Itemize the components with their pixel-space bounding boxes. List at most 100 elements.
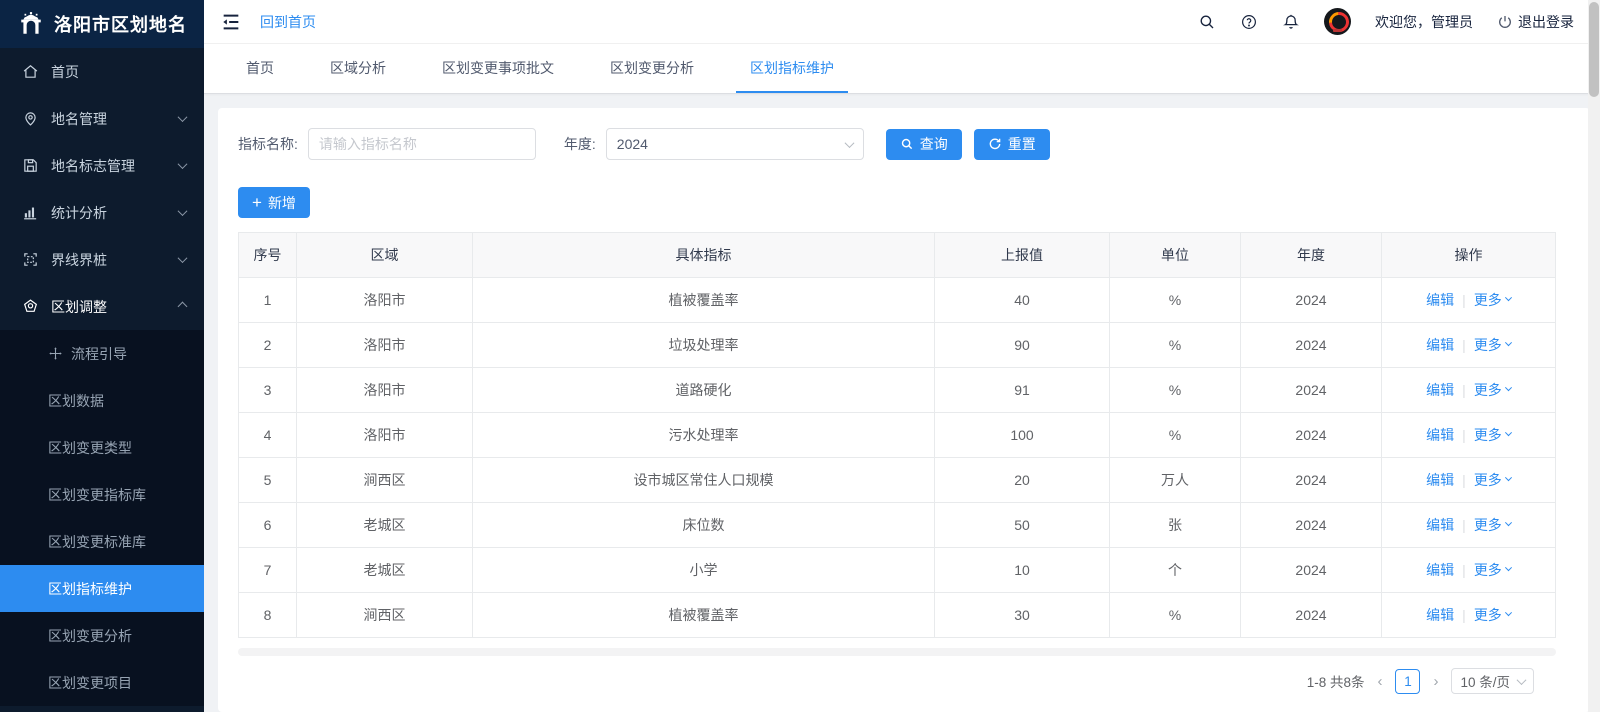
topbar-right: 欢迎您，管理员 退出登录 [1198,8,1574,35]
table-cell: 20 [935,458,1110,503]
table-cell: % [1110,278,1241,323]
edit-link[interactable]: 编辑 [1426,290,1454,310]
toolbar: + 新增 [238,187,1570,218]
bell-icon[interactable] [1282,13,1300,31]
chevron-down-icon [1505,519,1512,526]
indicator-name-input[interactable] [308,128,536,160]
table-row: 2洛阳市垃圾处理率90%2024编辑|更多 [239,323,1556,368]
table-cell: 洛阳市 [297,323,473,368]
vertical-scrollbar[interactable] [1588,0,1600,712]
year-select[interactable]: 2024 [606,128,864,160]
plus-icon: + [252,194,262,211]
edit-link[interactable]: 编辑 [1426,605,1454,625]
sidebar-subitem-label: 区划指标维护 [48,579,132,599]
actions-cell: 编辑|更多 [1382,278,1556,323]
horizontal-scrollbar[interactable] [238,648,1556,656]
table-cell: 植被覆盖率 [473,278,935,323]
more-link[interactable]: 更多 [1474,425,1511,445]
table-cell: 污水处理率 [473,413,935,458]
sidebar-submenu: 流程引导 区划数据 区划变更类型 区划变更指标库 区划变更标准库 区划指标维护 … [0,330,204,706]
power-icon [1497,14,1513,30]
chevron-down-icon [178,253,188,263]
menu-fold-icon[interactable] [220,11,242,33]
pagination: 1-8 共8条 ‹ 1 › 10 条/页 [238,668,1570,694]
edit-link[interactable]: 编辑 [1426,560,1454,580]
actions-cell: 编辑|更多 [1382,368,1556,413]
chevron-down-icon [1505,474,1512,481]
reset-button[interactable]: 重置 [974,129,1050,160]
table-cell: % [1110,323,1241,368]
table-cell: 万人 [1110,458,1241,503]
sidebar-subitem-change-type[interactable]: 区划变更类型 [0,424,204,471]
sidebar-subitem-indicator-maintain[interactable]: 区划指标维护 [0,565,204,612]
sidebar-item-placename-mgmt[interactable]: 地名管理 [0,95,204,142]
app-logo: 洛阳市区划地名 [0,0,204,48]
search-button[interactable]: 查询 [886,129,962,160]
back-home-link[interactable]: 回到首页 [260,12,316,32]
sidebar-subitem-process-guide[interactable]: 流程引导 [0,330,204,377]
edit-link[interactable]: 编辑 [1426,515,1454,535]
more-link[interactable]: 更多 [1474,380,1511,400]
next-page-arrow[interactable]: › [1430,673,1441,690]
more-link[interactable]: 更多 [1474,605,1511,625]
more-link[interactable]: 更多 [1474,335,1511,355]
sidebar-item-boundary[interactable]: 界线界桩 [0,236,204,283]
add-button[interactable]: + 新增 [238,187,310,218]
edit-link[interactable]: 编辑 [1426,425,1454,445]
col-value: 上报值 [935,233,1110,278]
tab-change-analysis[interactable]: 区划变更分析 [596,44,708,93]
table-cell: 老城区 [297,548,473,593]
indicator-table: 序号 区域 具体指标 上报值 单位 年度 操作 1洛阳市植被覆盖率40%2024… [238,232,1556,638]
sidebar-subitem-standard-lib[interactable]: 区划变更标准库 [0,518,204,565]
avatar[interactable] [1324,8,1351,35]
sidebar: 洛阳市区划地名 首页 地名管理 地名标志管理 [0,0,204,712]
table-cell: 涧西区 [297,458,473,503]
sidebar-item-sign-mgmt[interactable]: 地名标志管理 [0,142,204,189]
year-label: 年度: [564,134,596,154]
prev-page-arrow[interactable]: ‹ [1374,673,1385,690]
table-cell: 91 [935,368,1110,413]
sidebar-subitem-zoning-data[interactable]: 区划数据 [0,377,204,424]
table-cell: 小学 [473,548,935,593]
table-cell: 30 [935,593,1110,638]
logout-button[interactable]: 退出登录 [1497,12,1574,32]
map-pin-icon [22,110,39,127]
table-cell: 2 [239,323,297,368]
table-cell: % [1110,593,1241,638]
filter-bar: 指标名称: 年度: 2024 查询 [238,128,1570,160]
content-area: 指标名称: 年度: 2024 查询 [204,94,1600,712]
sidebar-subitem-change-analysis[interactable]: 区划变更分析 [0,612,204,659]
table-cell: 张 [1110,503,1241,548]
search-icon[interactable] [1198,13,1216,31]
tab-indicator-maintain[interactable]: 区划指标维护 [736,44,848,93]
tab-change-approval[interactable]: 区划变更事项批文 [428,44,568,93]
sidebar-subitem-change-project[interactable]: 区划变更项目 [0,659,204,706]
table-cell: 个 [1110,548,1241,593]
sidebar-item-statistics[interactable]: 统计分析 [0,189,204,236]
more-link[interactable]: 更多 [1474,560,1511,580]
tab-home[interactable]: 首页 [232,44,288,93]
question-circle-icon[interactable] [1240,13,1258,31]
table-row: 4洛阳市污水处理率100%2024编辑|更多 [239,413,1556,458]
more-link[interactable]: 更多 [1474,290,1511,310]
edit-link[interactable]: 编辑 [1426,380,1454,400]
action-separator: | [1462,337,1466,353]
page-number[interactable]: 1 [1395,669,1420,694]
table-cell: 2024 [1241,548,1382,593]
more-link[interactable]: 更多 [1474,470,1511,490]
page-size-select[interactable]: 10 条/页 [1451,668,1534,694]
sidebar-item-home[interactable]: 首页 [0,48,204,95]
scrollbar-thumb[interactable] [1589,2,1599,97]
table-cell: 100 [935,413,1110,458]
edit-link[interactable]: 编辑 [1426,335,1454,355]
sidebar-item-zoning-adjust[interactable]: 区划调整 [0,283,204,330]
tab-region-analysis[interactable]: 区域分析 [316,44,400,93]
app-window: 洛阳市区划地名 首页 地名管理 地名标志管理 [0,0,1600,712]
actions-cell: 编辑|更多 [1382,503,1556,548]
sidebar-subitem-indicator-lib[interactable]: 区划变更指标库 [0,471,204,518]
table-cell: 道路硬化 [473,368,935,413]
more-link[interactable]: 更多 [1474,515,1511,535]
edit-link[interactable]: 编辑 [1426,470,1454,490]
col-seq: 序号 [239,233,297,278]
content-card: 指标名称: 年度: 2024 查询 [218,108,1590,712]
